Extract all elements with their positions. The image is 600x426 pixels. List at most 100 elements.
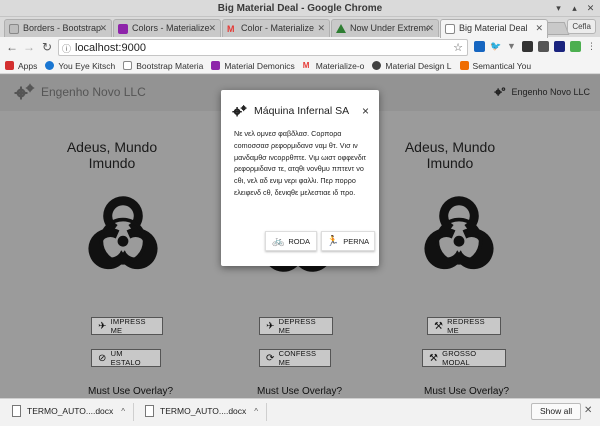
extension-icon[interactable] bbox=[554, 41, 565, 52]
close-window-icon[interactable]: ✕ bbox=[585, 3, 596, 14]
modal-dialog: Máquina Infernal SA × Νε νελ ομνεσ φαβðλ… bbox=[221, 90, 379, 266]
brand-name: Engenho Novo LLC bbox=[41, 85, 146, 99]
modal-header: Máquina Infernal SA bbox=[232, 104, 349, 118]
bookmark-material-design-l[interactable]: Material Design L bbox=[372, 61, 452, 71]
close-tab-icon[interactable]: ✕ bbox=[317, 23, 325, 34]
perna-button[interactable]: 🏃 PERNA bbox=[321, 231, 375, 251]
bookmark-material-demonics[interactable]: Material Demonics bbox=[211, 60, 295, 71]
bookmark-materialize-o[interactable]: M Materialize-o bbox=[303, 61, 365, 71]
user-menu[interactable]: Engenho Novo LLC bbox=[494, 86, 590, 97]
bookmark-label: You Eye Kitsch bbox=[58, 60, 116, 71]
bookmark-you-eye-kitsch[interactable]: You Eye Kitsch bbox=[45, 61, 115, 71]
download-shelf: TERMO_AUTO....docx ^ TERMO_AUTO....docx … bbox=[0, 398, 600, 426]
forward-icon[interactable]: → bbox=[22, 40, 36, 54]
ban-icon: ⊘ bbox=[98, 352, 107, 364]
extension-icon[interactable] bbox=[570, 41, 581, 52]
page-info-icon[interactable]: ⓘ bbox=[62, 42, 71, 55]
extension-icons: 🐦 ▼ ⋮ bbox=[474, 41, 597, 52]
landing-airplane-icon: ✈ bbox=[266, 320, 275, 332]
overlay-label: Must Use Overlay? bbox=[424, 386, 510, 397]
grosso-modal-button[interactable]: ⚒ GROSSO MODAL bbox=[422, 349, 506, 367]
close-icon[interactable]: × bbox=[362, 104, 369, 118]
running-icon: 🏃 bbox=[326, 235, 340, 247]
profile-button[interactable]: Cefla bbox=[567, 19, 596, 34]
overlay-label: Must Use Overlay? bbox=[88, 386, 174, 397]
address-bar[interactable]: ⓘ localhost:9000 ☆ bbox=[58, 39, 468, 56]
close-icon[interactable]: ✕ bbox=[584, 405, 592, 416]
column-heading: Adeus, Mundo Imundo bbox=[66, 139, 158, 171]
bookmark-label: Semantical You bbox=[472, 60, 532, 71]
tab-strip: Borders - Bootstrap Material ✕ Colors - … bbox=[0, 17, 600, 38]
tab-now-under-extreme[interactable]: Now Under Extreme ✕ bbox=[331, 19, 439, 37]
extension-icon[interactable] bbox=[474, 41, 485, 52]
loading-icon bbox=[45, 61, 55, 70]
close-tab-icon[interactable]: ✕ bbox=[535, 23, 543, 34]
button-label: RODA bbox=[288, 236, 311, 246]
bookmark-star-icon[interactable]: ☆ bbox=[453, 41, 463, 54]
mountain-icon bbox=[336, 24, 346, 33]
airplane-icon: ✈ bbox=[98, 320, 107, 332]
cogs-icon bbox=[494, 87, 506, 96]
tab-label: Color - Materialize bbox=[241, 23, 315, 33]
close-tab-icon[interactable]: ✕ bbox=[426, 23, 434, 34]
bookmark-label: Material Demonics bbox=[224, 60, 295, 71]
download-name: TERMO_AUTO....docx bbox=[27, 406, 114, 416]
menu-icon[interactable]: ⋮ bbox=[586, 41, 597, 52]
browser-toolbar: ← → ↻ ⓘ localhost:9000 ☆ 🐦 ▼ ⋮ bbox=[0, 37, 600, 58]
tab-label: Borders - Bootstrap Material bbox=[23, 23, 101, 33]
extension-icon[interactable] bbox=[538, 41, 549, 52]
tab-colors-materialize[interactable]: Colors - Materialize ✕ bbox=[113, 19, 221, 37]
minimize-icon[interactable]: ▾ bbox=[553, 3, 564, 14]
tab-label: Now Under Extreme bbox=[350, 23, 428, 33]
redress-me-button[interactable]: ⚒ REDRESS ME bbox=[427, 317, 501, 335]
window-controls: ▾ ▴ ✕ bbox=[553, 3, 596, 14]
um-estalo-button[interactable]: ⊘ UM ESTALO bbox=[91, 349, 161, 367]
chevron-up-icon[interactable]: ^ bbox=[121, 407, 125, 416]
button-label: GROSSO MODAL bbox=[442, 349, 477, 367]
bookmark-bootstrap-materia[interactable]: Bootstrap Materia bbox=[123, 61, 203, 71]
bookmark-label: Bootstrap Materia bbox=[136, 60, 204, 71]
back-icon[interactable]: ← bbox=[5, 40, 19, 54]
page-icon bbox=[445, 24, 455, 34]
gavel-icon: ⚒ bbox=[434, 320, 444, 332]
extension-icon[interactable]: ▼ bbox=[506, 41, 517, 52]
download-item[interactable]: TERMO_AUTO....docx ^ bbox=[145, 405, 258, 417]
page-icon bbox=[9, 24, 19, 34]
bicycle-icon: 🚲 bbox=[271, 235, 285, 247]
depress-me-button[interactable]: ✈ DEPRESS ME bbox=[259, 317, 333, 335]
download-item[interactable]: TERMO_AUTO....docx ^ bbox=[12, 405, 125, 417]
show-all-button[interactable]: Show all bbox=[531, 403, 582, 420]
column-heading: Adeus, Mundo Imundo bbox=[404, 139, 496, 171]
materialize-m-icon: M bbox=[227, 24, 235, 34]
overlay-label: Must Use Overlay? bbox=[257, 386, 343, 397]
tab-color-materialize[interactable]: M Color - Materialize ✕ bbox=[222, 19, 330, 37]
download-name: TERMO_AUTO....docx bbox=[160, 406, 247, 416]
materialize-m-icon: M bbox=[302, 61, 310, 70]
chevron-up-icon[interactable]: ^ bbox=[254, 407, 258, 416]
reload-icon[interactable]: ↻ bbox=[40, 40, 54, 54]
impress-me-button[interactable]: ✈ IMPRESS ME bbox=[91, 317, 163, 335]
close-tab-icon[interactable]: ✕ bbox=[99, 23, 107, 34]
button-label: UM ESTALO bbox=[110, 349, 141, 367]
cogs-icon bbox=[14, 83, 35, 100]
button-label: PERNA bbox=[343, 236, 370, 246]
brand[interactable]: Engenho Novo LLC bbox=[14, 83, 146, 101]
tab-label: Big Material Deal bbox=[459, 23, 528, 33]
confess-me-button[interactable]: ⟳ CONFESS ME bbox=[259, 349, 331, 367]
bookmarks-bar: Apps You Eye Kitsch Bootstrap Materia Ma… bbox=[0, 58, 600, 74]
twitter-icon[interactable]: 🐦 bbox=[490, 41, 501, 52]
extension-icon[interactable] bbox=[522, 41, 533, 52]
url-text: localhost:9000 bbox=[75, 42, 146, 54]
roda-button[interactable]: 🚲 RODA bbox=[265, 231, 317, 251]
bookmark-semantical-you[interactable]: Semantical You bbox=[459, 60, 532, 71]
biohazard-icon bbox=[88, 196, 158, 270]
tab-borders[interactable]: Borders - Bootstrap Material ✕ bbox=[4, 19, 112, 37]
gavel-icon: ⚒ bbox=[429, 352, 439, 364]
maximize-icon[interactable]: ▴ bbox=[569, 3, 580, 14]
bookmark-label: Materialize-o bbox=[315, 60, 365, 71]
button-label: REDRESS ME bbox=[447, 317, 485, 335]
tab-big-material-deal[interactable]: Big Material Deal ✕ bbox=[440, 19, 548, 38]
column-3: Adeus, Mundo Imundo bbox=[380, 139, 520, 171]
bookmark-apps[interactable]: Apps bbox=[5, 61, 37, 71]
close-tab-icon[interactable]: ✕ bbox=[208, 23, 216, 34]
